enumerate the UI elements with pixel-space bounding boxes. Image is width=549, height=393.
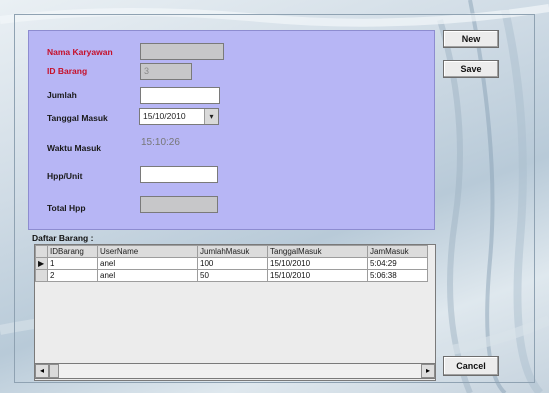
column-header[interactable]: JamMasuk bbox=[367, 245, 428, 258]
save-button[interactable]: Save bbox=[443, 60, 499, 78]
barang-data-grid[interactable]: IDBarang UserName JumlahMasuk TanggalMas… bbox=[34, 244, 436, 381]
row-indicator-icon[interactable]: ▶ bbox=[35, 257, 48, 270]
table-cell[interactable]: 50 bbox=[197, 269, 268, 282]
grid-header-row: IDBarang UserName JumlahMasuk TanggalMas… bbox=[35, 245, 428, 258]
table-row[interactable]: ▶ 1 anel 100 15/10/2010 5:04:29 bbox=[35, 257, 428, 270]
table-cell[interactable]: 1 bbox=[47, 257, 98, 270]
column-header[interactable]: TanggalMasuk bbox=[267, 245, 368, 258]
tanggal-masuk-label: Tanggal Masuk bbox=[47, 113, 108, 123]
scroll-right-icon[interactable]: ▸ bbox=[421, 364, 435, 378]
row-selector[interactable] bbox=[35, 269, 48, 282]
entry-form-panel: Nama Karyawan ID Barang 3 Jumlah Tanggal… bbox=[28, 30, 435, 230]
nama-karyawan-label: Nama Karyawan bbox=[47, 47, 113, 57]
table-cell[interactable]: anel bbox=[97, 269, 198, 282]
cancel-button[interactable]: Cancel bbox=[443, 356, 499, 376]
column-header[interactable]: IDBarang bbox=[47, 245, 98, 258]
chevron-down-icon[interactable]: ▾ bbox=[204, 109, 218, 124]
total-hpp-field[interactable] bbox=[140, 196, 218, 213]
total-hpp-label: Total Hpp bbox=[47, 203, 86, 213]
tanggal-masuk-value: 15/10/2010 bbox=[143, 111, 186, 121]
tanggal-masuk-combo[interactable]: 15/10/2010 ▾ bbox=[139, 108, 219, 125]
table-cell[interactable]: 2 bbox=[47, 269, 98, 282]
hpp-unit-field[interactable] bbox=[140, 166, 218, 183]
nama-karyawan-field[interactable] bbox=[140, 43, 224, 60]
jumlah-label: Jumlah bbox=[47, 90, 77, 100]
id-barang-field[interactable]: 3 bbox=[140, 63, 192, 80]
grid-title: Daftar Barang : bbox=[32, 233, 94, 243]
grid-table: IDBarang UserName JumlahMasuk TanggalMas… bbox=[35, 245, 428, 282]
table-cell[interactable]: 5:06:38 bbox=[367, 269, 428, 282]
row-selector-header bbox=[35, 245, 48, 258]
waktu-masuk-value: 15:10:26 bbox=[141, 137, 180, 148]
column-header[interactable]: UserName bbox=[97, 245, 198, 258]
jumlah-field[interactable] bbox=[140, 87, 220, 104]
column-header[interactable]: JumlahMasuk bbox=[197, 245, 268, 258]
hpp-unit-label: Hpp/Unit bbox=[47, 171, 83, 181]
new-button[interactable]: New bbox=[443, 30, 499, 48]
table-cell[interactable]: anel bbox=[97, 257, 198, 270]
scrollbar-thumb[interactable] bbox=[49, 364, 59, 378]
id-barang-label: ID Barang bbox=[47, 66, 88, 76]
table-row[interactable]: 2 anel 50 15/10/2010 5:06:38 bbox=[35, 269, 428, 282]
table-cell[interactable]: 100 bbox=[197, 257, 268, 270]
waktu-masuk-label: Waktu Masuk bbox=[47, 143, 102, 153]
table-cell[interactable]: 15/10/2010 bbox=[267, 269, 368, 282]
table-cell[interactable]: 15/10/2010 bbox=[267, 257, 368, 270]
grid-horizontal-scrollbar[interactable]: ◂ ▸ bbox=[34, 363, 436, 379]
scroll-left-icon[interactable]: ◂ bbox=[35, 364, 49, 378]
table-cell[interactable]: 5:04:29 bbox=[367, 257, 428, 270]
